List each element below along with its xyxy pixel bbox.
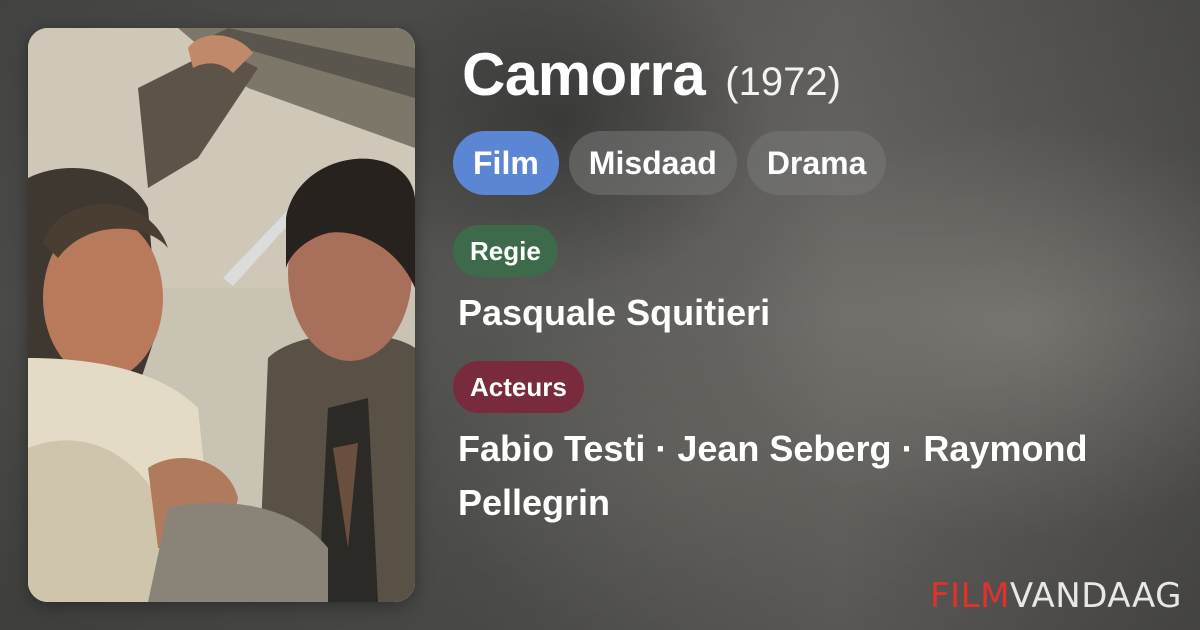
brand-logo: FILMVANDAAG xyxy=(930,576,1182,616)
brand-logo-part2: VANDAAG xyxy=(1009,576,1182,616)
tag-misdaad[interactable]: Misdaad xyxy=(568,131,737,195)
director-names: Pasquale Squitieri xyxy=(458,292,771,333)
movie-year: (1972) xyxy=(725,60,841,104)
movie-title: Camorra xyxy=(462,41,706,108)
brand-logo-part1: FILM xyxy=(930,576,1010,616)
movie-poster xyxy=(28,28,415,602)
tag-drama[interactable]: Drama xyxy=(746,131,887,195)
actors-label: Acteurs xyxy=(453,361,584,413)
poster-image xyxy=(28,28,415,602)
genre-tags: Film Misdaad Drama xyxy=(453,131,887,195)
title-row: Camorra (1972) xyxy=(462,40,841,110)
actor-names: Fabio Testi · Jean Seberg · Raymond Pell… xyxy=(458,428,1088,523)
tag-film[interactable]: Film xyxy=(453,131,559,195)
director-label: Regie xyxy=(453,225,558,277)
